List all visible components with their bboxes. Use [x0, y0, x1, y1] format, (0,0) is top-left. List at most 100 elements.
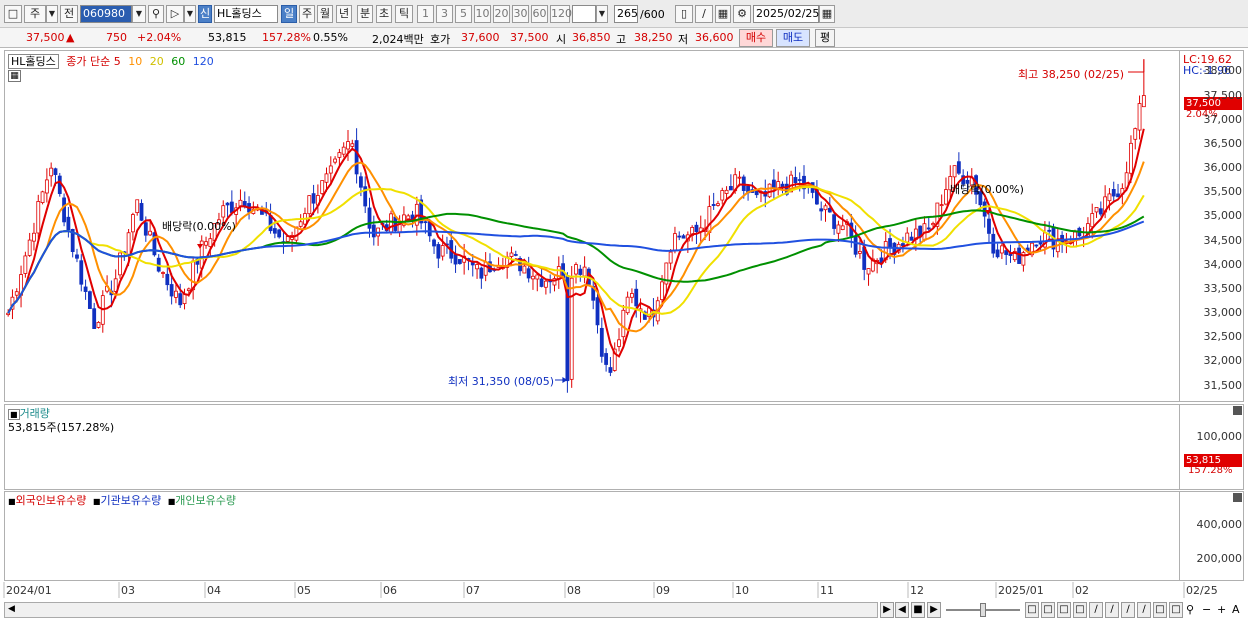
scroll-right-icon[interactable]: ▶: [880, 602, 894, 618]
scrollbar[interactable]: [4, 602, 878, 618]
volume-value-label: 53,815주(157.28%): [8, 421, 115, 434]
candle-body: [634, 288, 639, 307]
tool-icon-5[interactable]: ∕: [1089, 602, 1103, 618]
candle-body: [694, 224, 699, 232]
candle-body: [204, 241, 208, 246]
tool-icon-2[interactable]: □: [1041, 602, 1055, 618]
tool-icon-6[interactable]: ∕: [1105, 602, 1119, 618]
tool-icon-3[interactable]: □: [1057, 602, 1071, 618]
candle-body: [539, 278, 544, 287]
candle-body: [711, 204, 716, 206]
candle-body: [1034, 244, 1039, 247]
candle-body: [440, 245, 445, 257]
x-axis-label: 11: [820, 584, 834, 597]
scroll-left-icon[interactable]: ◀: [8, 604, 15, 614]
legend-ma-120: 120: [192, 55, 214, 68]
tool-icon-4[interactable]: □: [1073, 602, 1087, 618]
x-axis-label: 02: [1075, 584, 1089, 597]
candle-body: [531, 275, 535, 280]
candle-body: [952, 165, 957, 178]
minus-icon[interactable]: −: [1202, 603, 1211, 616]
candle-body: [944, 189, 948, 205]
legend-ma-20: 20: [149, 55, 164, 68]
candle-body: [1094, 207, 1099, 213]
candle-body: [432, 239, 436, 247]
grid-icon[interactable]: ▦: [8, 70, 21, 82]
candle-body: [130, 214, 135, 233]
rewind-icon[interactable]: ◀: [895, 602, 909, 618]
candle-body: [1047, 229, 1052, 232]
x-axis-label: 09: [656, 584, 670, 597]
candle-body: [737, 176, 742, 179]
candle-body: [728, 186, 733, 191]
candle-body: [135, 199, 140, 213]
high-annotation: 최고 38,250 (02/25): [1018, 68, 1125, 81]
candle-body: [389, 213, 393, 233]
price-y-tick: 35,500: [1203, 185, 1243, 199]
candle-body: [582, 266, 587, 277]
volume-panel[interactable]: [4, 404, 1180, 490]
candle-body: [475, 264, 479, 270]
candle-body: [436, 244, 441, 259]
price-y-tick: 34,500: [1203, 233, 1243, 247]
candle-body: [595, 297, 600, 326]
close-panel-icon[interactable]: [1233, 406, 1242, 415]
candle-body: [423, 221, 428, 224]
candle-body: [79, 260, 84, 285]
candle-body: [599, 327, 604, 357]
candle-body: [36, 201, 41, 234]
x-axis-label: 12: [910, 584, 924, 597]
candle-body: [354, 140, 359, 175]
candle-body: [926, 227, 931, 230]
price-y-tick: 36,500: [1203, 136, 1243, 150]
candle-body: [49, 167, 54, 177]
stop-icon[interactable]: ■: [911, 602, 925, 618]
candle-body: [27, 239, 32, 256]
zoom-icon[interactable]: ⚲: [1186, 603, 1194, 616]
x-axis-label: 05: [297, 584, 311, 597]
candle-body: [939, 204, 944, 207]
price-y-tick: 32,000: [1203, 354, 1243, 368]
candle-body: [83, 286, 88, 292]
candle-body: [724, 189, 729, 194]
candle-body: [793, 177, 798, 184]
legend-foreign: 외국인보유수량: [15, 494, 87, 507]
price-y-tick: 33,000: [1203, 306, 1243, 319]
tool-icon-7[interactable]: ∕: [1121, 602, 1135, 618]
price-y-tick: 32,500: [1203, 330, 1243, 344]
zoom-slider-handle[interactable]: [980, 603, 986, 617]
candle-body: [999, 245, 1004, 254]
price-y-tick: 34,000: [1203, 257, 1243, 271]
candle-body: [535, 274, 540, 280]
candle-body: [298, 221, 303, 227]
candle-body: [221, 205, 226, 218]
x-axis-label: 07: [466, 584, 480, 597]
x-axis-label: 2025/01: [998, 584, 1044, 597]
candle-body: [208, 238, 213, 247]
tool-icon-9[interactable]: □: [1153, 602, 1167, 618]
candle-body: [827, 207, 832, 213]
price-y-tick: 33,500: [1203, 281, 1243, 295]
close-holder-panel-icon[interactable]: [1233, 493, 1242, 502]
candle-body: [832, 214, 837, 229]
candle-body: [720, 190, 725, 201]
volume-y-tick: 100,000: [1196, 430, 1243, 443]
candle-body: [853, 235, 858, 255]
candle-body: [328, 165, 333, 174]
tool-icon-10[interactable]: □: [1169, 602, 1183, 618]
tool-icon-8[interactable]: ∕: [1137, 602, 1151, 618]
candle-body: [139, 203, 144, 221]
font-size-icon[interactable]: A: [1232, 603, 1240, 616]
forward-icon[interactable]: ▶: [927, 602, 941, 618]
price-y-tick: 36,000: [1203, 161, 1243, 174]
candle-body: [673, 233, 677, 251]
candle-body: [66, 216, 71, 231]
candle-body: [457, 259, 462, 264]
candle-body: [178, 293, 183, 306]
candle-body: [311, 193, 316, 204]
plus-icon[interactable]: +: [1217, 603, 1226, 616]
low-annotation: 최저 31,350 (08/05): [448, 375, 555, 388]
candle-body: [630, 293, 634, 298]
dividend-note-2: 배당락(0.00%): [950, 183, 1024, 196]
tool-icon-1[interactable]: □: [1025, 602, 1039, 618]
